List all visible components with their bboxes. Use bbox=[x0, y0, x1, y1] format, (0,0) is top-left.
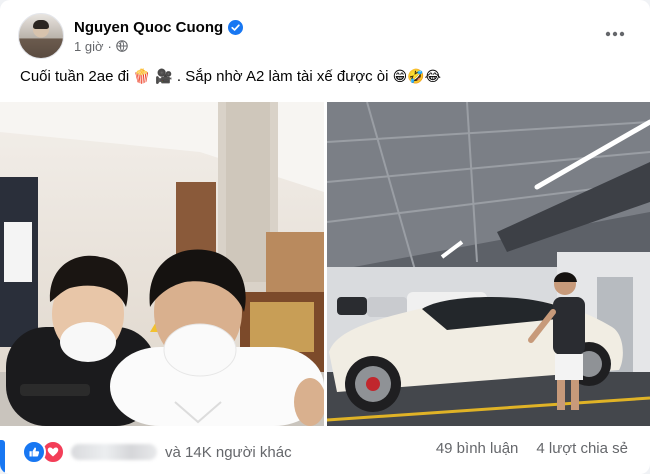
author-row: Nguyen Quoc Cuong bbox=[74, 19, 244, 36]
reaction-count-text[interactable]: và 14K người khác bbox=[165, 444, 292, 461]
comment-count[interactable]: 49 bình luận bbox=[436, 440, 519, 457]
photo-grid bbox=[0, 102, 650, 426]
like-reaction-icon bbox=[22, 440, 46, 464]
author-avatar[interactable] bbox=[18, 13, 64, 59]
separator-dot: · bbox=[107, 38, 112, 54]
photo-selfie[interactable] bbox=[0, 102, 324, 426]
caption-emoji-1: 🍿 🎥 bbox=[133, 69, 173, 85]
caption-text-1: Cuối tuần 2ae đi bbox=[20, 68, 134, 85]
globe-icon[interactable] bbox=[116, 40, 128, 52]
caption-emoji-2: 😁🤣😂 bbox=[392, 69, 441, 85]
post-header: Nguyen Quoc Cuong 1 giờ · bbox=[18, 12, 244, 60]
post-timestamp[interactable]: 1 giờ bbox=[74, 39, 104, 54]
author-name[interactable]: Nguyen Quoc Cuong bbox=[74, 19, 223, 36]
share-count[interactable]: 4 lượt chia sẻ bbox=[536, 440, 628, 457]
more-options-icon bbox=[605, 31, 625, 37]
verified-badge-icon bbox=[228, 19, 244, 35]
garage-illustration bbox=[327, 102, 650, 426]
engagement-counts: 49 bình luận 4 lượt chia sẻ bbox=[436, 440, 628, 457]
more-options-button[interactable] bbox=[600, 22, 630, 46]
post-time-row: 1 giờ · bbox=[74, 39, 243, 54]
post-caption: Cuối tuần 2ae đi 🍿 🎥 . Sắp nhờ A2 làm tà… bbox=[20, 68, 441, 85]
post-footer: và 14K người khác 49 bình luận 4 lượt ch… bbox=[0, 428, 650, 474]
reaction-summary[interactable]: và 14K người khác bbox=[22, 440, 292, 464]
photo-car-garage[interactable] bbox=[327, 102, 650, 426]
blurred-reactor-names bbox=[71, 444, 157, 460]
caption-text-2: . Sắp nhờ A2 làm tài xế được òi bbox=[176, 68, 393, 85]
post-card: Nguyen Quoc Cuong 1 giờ · Cuối tuần 2ae … bbox=[0, 0, 650, 474]
selfie-illustration bbox=[0, 102, 324, 426]
post-meta: Nguyen Quoc Cuong 1 giờ · bbox=[74, 19, 244, 54]
